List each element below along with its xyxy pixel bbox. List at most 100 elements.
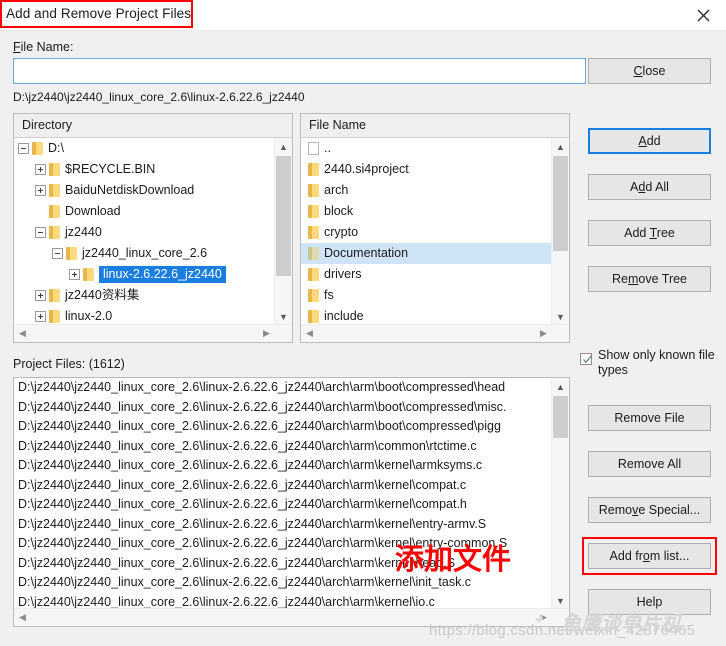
- scroll-down-icon[interactable]: ▼: [552, 308, 569, 325]
- file-list-item[interactable]: arch: [301, 180, 552, 201]
- scrollbar-corner: [275, 325, 292, 342]
- file-list-item-label: arch: [324, 183, 349, 197]
- file-list-item-label: fs: [324, 288, 334, 302]
- project-file-row[interactable]: D:\jz2440\jz2440_linux_core_2.6\linux-2.…: [14, 515, 552, 535]
- directory-panel-header: Directory: [14, 114, 292, 138]
- file-list-item[interactable]: include: [301, 306, 552, 325]
- scroll-left-icon[interactable]: ◀: [14, 325, 31, 342]
- collapse-icon[interactable]: [35, 227, 46, 239]
- project-file-row[interactable]: D:\jz2440\jz2440_linux_core_2.6\linux-2.…: [14, 456, 552, 476]
- remove-file-button[interactable]: Remove File: [588, 405, 711, 431]
- checkmark-icon: [583, 355, 592, 364]
- file-list-item-label: crypto: [324, 225, 359, 239]
- project-file-row[interactable]: D:\jz2440\jz2440_linux_core_2.6\linux-2.…: [14, 398, 552, 418]
- file-icon: [308, 142, 319, 156]
- close-window-button[interactable]: [680, 0, 726, 30]
- close-button[interactable]: Close: [588, 58, 711, 84]
- collapse-icon[interactable]: [18, 143, 29, 155]
- project-file-row[interactable]: D:\jz2440\jz2440_linux_core_2.6\linux-2.…: [14, 417, 552, 437]
- file-list-item-label: Documentation: [324, 246, 409, 260]
- scroll-down-icon[interactable]: ▼: [275, 308, 292, 325]
- add-all-button[interactable]: Add All: [588, 174, 711, 200]
- folder-icon: [308, 184, 319, 198]
- project-files-vertical-scrollbar[interactable]: ▲ ▼: [551, 378, 569, 609]
- file-list-vertical-scrollbar[interactable]: ▲ ▼: [551, 138, 569, 325]
- wechat-logo-icon: ◕: [534, 608, 545, 627]
- expand-icon[interactable]: [35, 164, 46, 176]
- folder-icon: [49, 163, 60, 177]
- file-list-scroll-thumb[interactable]: [553, 156, 568, 251]
- file-list[interactable]: .. 2440.si4project arch block crypto Document…: [301, 138, 552, 325]
- file-list-item[interactable]: fs: [301, 285, 552, 306]
- scroll-left-icon[interactable]: ◀: [14, 609, 31, 626]
- project-file-row[interactable]: D:\jz2440\jz2440_linux_core_2.6\linux-2.…: [14, 495, 552, 515]
- directory-tree-item[interactable]: jz2440资料集: [14, 285, 275, 306]
- remove-all-button[interactable]: Remove All: [588, 451, 711, 477]
- file-list-item[interactable]: crypto: [301, 222, 552, 243]
- directory-tree-item-label: linux-2.6.22.6_jz2440: [99, 266, 226, 284]
- directory-tree-item[interactable]: Download: [14, 201, 275, 222]
- directory-tree-item-label: jz2440: [65, 225, 102, 240]
- expand-icon[interactable]: [69, 269, 80, 281]
- project-file-row[interactable]: D:\jz2440\jz2440_linux_core_2.6\linux-2.…: [14, 378, 552, 398]
- scroll-up-icon[interactable]: ▲: [275, 138, 292, 155]
- folder-icon: [49, 289, 60, 303]
- expand-icon[interactable]: [35, 185, 46, 197]
- directory-tree-item[interactable]: $RECYCLE.BIN: [14, 159, 275, 180]
- directory-horizontal-scrollbar[interactable]: ◀ ▶: [14, 324, 292, 342]
- add-remove-project-files-dialog: Add and Remove Project Files File Name: …: [0, 0, 726, 646]
- scroll-down-icon[interactable]: ▼: [552, 592, 569, 609]
- directory-tree-item[interactable]: linux-2.0: [14, 306, 275, 325]
- title-divider: [0, 30, 726, 31]
- project-files-horizontal-scrollbar[interactable]: ◀ ▶: [14, 608, 569, 626]
- collapse-icon[interactable]: [52, 248, 63, 260]
- window-title: Add and Remove Project Files: [6, 6, 192, 21]
- directory-tree-item[interactable]: D:\: [14, 138, 275, 159]
- scroll-up-icon[interactable]: ▲: [552, 378, 569, 395]
- scroll-right-icon[interactable]: ▶: [258, 325, 275, 342]
- scroll-right-icon[interactable]: ▶: [535, 325, 552, 342]
- directory-tree-item[interactable]: linux-2.6.22.6_jz2440: [14, 264, 275, 285]
- directory-tree-item-label: Download: [65, 204, 121, 219]
- directory-scroll-thumb[interactable]: [276, 156, 291, 276]
- directory-vertical-scrollbar[interactable]: ▲ ▼: [274, 138, 292, 325]
- add-from-list-button[interactable]: Add from list...: [588, 543, 711, 569]
- file-list-item[interactable]: 2440.si4project: [301, 159, 552, 180]
- directory-tree-item[interactable]: jz2440_linux_core_2.6: [14, 243, 275, 264]
- directory-tree-item-label: jz2440_linux_core_2.6: [82, 246, 208, 261]
- file-list-item[interactable]: Documentation: [301, 243, 552, 264]
- directory-panel: Directory D:\ $RECYCLE.BIN BaiduNetdiskDow…: [13, 113, 293, 343]
- project-files-scroll-thumb[interactable]: [553, 396, 568, 438]
- add-tree-button[interactable]: Add Tree: [588, 220, 711, 246]
- folder-icon: [66, 247, 77, 261]
- expand-icon[interactable]: [35, 290, 46, 302]
- project-file-row[interactable]: D:\jz2440\jz2440_linux_core_2.6\linux-2.…: [14, 593, 552, 610]
- file-list-item-label: drivers: [324, 267, 362, 281]
- project-file-row[interactable]: D:\jz2440\jz2440_linux_core_2.6\linux-2.…: [14, 476, 552, 496]
- scroll-up-icon[interactable]: ▲: [552, 138, 569, 155]
- directory-tree[interactable]: D:\ $RECYCLE.BIN BaiduNetdiskDownload Downl…: [14, 138, 275, 325]
- show-only-known-file-types-checkbox[interactable]: [580, 353, 592, 365]
- directory-tree-item[interactable]: BaiduNetdiskDownload: [14, 180, 275, 201]
- file-list-item-label: block: [324, 204, 354, 218]
- file-list-item[interactable]: ..: [301, 138, 552, 159]
- remove-tree-button[interactable]: Remove Tree: [588, 266, 711, 292]
- directory-tree-item[interactable]: jz2440: [14, 222, 275, 243]
- file-list-panel: File Name .. 2440.si4project arch block cryp…: [300, 113, 570, 343]
- expand-icon[interactable]: [35, 311, 46, 323]
- help-button[interactable]: Help: [588, 589, 711, 615]
- file-list-horizontal-scrollbar[interactable]: ◀ ▶: [301, 324, 569, 342]
- close-x-icon: [697, 9, 709, 21]
- file-name-input[interactable]: [13, 58, 586, 84]
- file-list-item[interactable]: block: [301, 201, 552, 222]
- directory-tree-item-label: $RECYCLE.BIN: [65, 162, 156, 177]
- project-file-row[interactable]: D:\jz2440\jz2440_linux_core_2.6\linux-2.…: [14, 437, 552, 457]
- add-button[interactable]: Add: [588, 128, 711, 154]
- scrollbar-corner: [552, 609, 569, 626]
- current-path-label: D:\jz2440\jz2440_linux_core_2.6\linux-2.…: [13, 90, 305, 104]
- folder-icon: [32, 142, 43, 156]
- file-list-item[interactable]: drivers: [301, 264, 552, 285]
- file-list-item-label: ..: [324, 141, 331, 155]
- remove-special-button[interactable]: Remove Special...: [588, 497, 711, 523]
- scroll-left-icon[interactable]: ◀: [301, 325, 318, 342]
